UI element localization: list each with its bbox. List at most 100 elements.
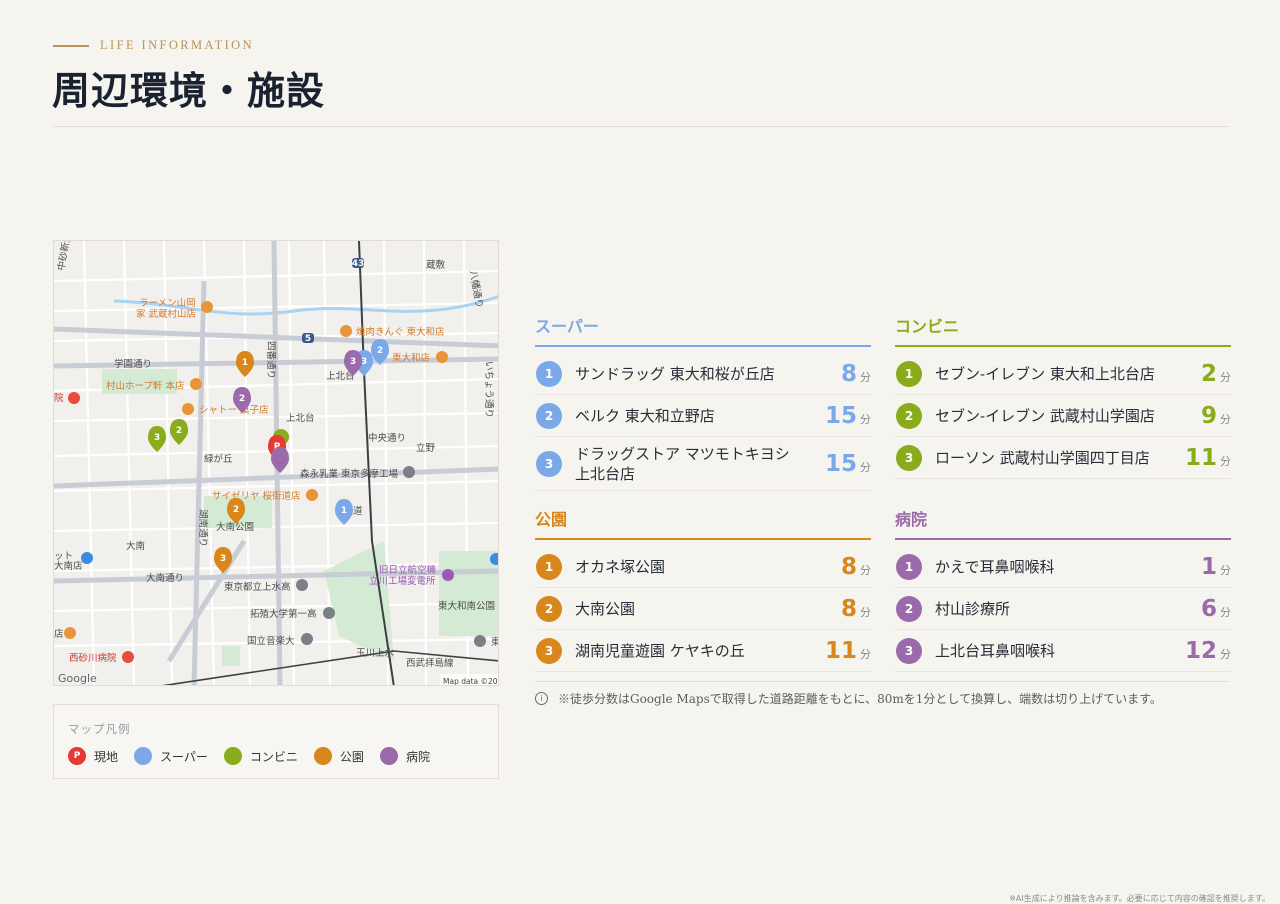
list-item[interactable]: 3 湖南児童遊園 ケヤキの丘 11 分 [535,630,871,672]
list-item[interactable]: 3 ドラッグストア マツモトキヨシ 上北台店 15 分 [535,437,871,491]
svg-text:3: 3 [220,554,226,564]
category-title-conv: コンビニ [895,313,1231,347]
list-item[interactable]: 1 サンドラッグ 東大和桜が丘店 8 分 [535,353,871,395]
map-label-ichou: いちょう通り [483,361,494,418]
list-item[interactable]: 1 かえで耳鼻咽喉科 1 分 [895,546,1231,588]
walk-minutes: 2 [1200,360,1217,387]
facility-name: 上北台耳鼻咽喉科 [935,641,1056,660]
facility-name: ドラッグストア マツモトキヨシ 上北台店 [575,444,825,484]
conv-dot-icon [223,747,242,765]
google-logo: Google [58,672,97,685]
walk-time-note: i ※徒歩分数はGoogle Mapsで取得した道路距離をもとに、80mを1分と… [535,690,1162,707]
category-title-super: スーパー [535,313,871,347]
list-item[interactable]: 1 セブン-イレブン 東大和上北台店 2 分 [895,353,1231,395]
walk-minutes: 12 [1184,637,1217,664]
eyebrow-text: LIFE INFORMATION [100,38,255,52]
map-canvas[interactable]: 43 5 蔵敷 ラーメン山岡 家 武蔵村山店 焼肉きんぐ 東大和店 東大和店 学… [54,241,499,686]
map-label-saizeriya: サイゼリヤ 桜街道店 [212,490,301,502]
facility-name: かえで耳鼻咽喉科 [935,557,1055,576]
facility-name: ベルク 東大和立野店 [575,406,715,425]
map-label-konan: 湖南通り [197,509,209,547]
list-item[interactable]: 2 セブン-イレブン 武蔵村山学園店 9 分 [895,395,1231,437]
map-label-mise: 店 [54,628,64,640]
facility-name: ローソン 武蔵村山学園四丁目店 [935,448,1150,467]
list-item[interactable]: 2 ベルク 東大和立野店 15 分 [535,395,871,437]
category-title-park: 公園 [535,506,871,540]
rank-badge: 3 [896,637,922,664]
map-label-morinaga: 森永乳業 東京多摩工場 [300,468,399,480]
ai-disclaimer: ※AI生成により推論を含みます。必要に応じて内容の確認を推奨します。 [1009,894,1270,903]
minutes-unit: 分 [860,605,871,619]
page-title: 周辺環境・施設 [52,68,326,113]
minutes-unit: 分 [1220,563,1231,577]
facility-name: 大南公園 [575,599,636,618]
walk-minutes: 9 [1200,402,1217,429]
note-divider [535,681,1230,682]
legend-item-park: 公園 [313,747,364,765]
facility-name: セブン-イレブン 東大和上北台店 [935,364,1155,383]
map-label-seibu: 西武拝島線 [406,657,454,669]
map-label-chateraise: シャトー 菓子店 [199,404,269,416]
map-label-higashiyamato-park: 東大和南公園 [438,600,495,612]
svg-text:1: 1 [242,358,248,368]
map-label-ramen-2: 家 武蔵村山店 [136,308,196,320]
legend-label-conv: コンビニ [249,749,298,764]
rank-badge: 1 [536,553,562,580]
map-label-higashi: 東 [491,636,499,648]
route-43-label: 43 [352,259,365,269]
list-item[interactable]: 3 上北台耳鼻咽喉科 12 分 [895,630,1231,672]
rank-badge: 3 [896,444,922,471]
map-label-yakiniku: 焼肉きんぐ 東大和店 [356,326,445,338]
map-label-kurashiki: 蔵敷 [426,259,446,271]
minutes-unit: 分 [1220,412,1231,426]
map-label-kunitachi: 国立音楽大 [247,635,295,647]
rank-badge: 2 [536,402,562,429]
map-label-midorigaoka: 緑が丘 [204,453,233,465]
map-label-gakuen-dori: 学園通り [114,358,152,370]
minutes-unit: 分 [1220,647,1231,661]
walk-minutes: 11 [824,637,857,664]
map-label-kamikita: 上北台 [286,412,315,424]
legend-label-site: 現地 [94,749,119,764]
map-label-onan: 大南 [126,540,145,552]
map-legend: マップ凡例 P 現地 スーパー コンビニ 公園 病院 [53,704,499,779]
super-dot-icon [134,747,153,765]
facility-name: サンドラッグ 東大和桜が丘店 [575,364,775,383]
list-item[interactable]: 2 大南公園 8 分 [535,588,871,630]
legend-item-conv: コンビニ [223,747,298,765]
facility-name: 湖南児童遊園 ケヤキの丘 [575,641,745,660]
page: LIFE INFORMATION 周辺環境・施設 43 5 蔵敷 ラーメン山岡 … [0,0,1280,904]
svg-text:2: 2 [239,394,245,404]
map-label-tamagawa: 玉川上水 [356,647,395,659]
list-item[interactable]: 3 ローソン 武蔵村山学園四丁目店 11 分 [895,437,1231,479]
eyebrow: LIFE INFORMATION [53,38,254,53]
rank-badge: 3 [536,450,562,477]
legend-label-hosp: 病院 [405,749,430,764]
site-marker-icon: P [68,747,86,765]
walk-minutes: 11 [1184,444,1217,471]
map-label-tateno: 立野 [416,442,436,454]
legend-label-park: 公園 [339,749,364,764]
legend-items: P 現地 スーパー コンビニ 公園 病院 [68,747,446,765]
area-map[interactable]: 43 5 蔵敷 ラーメン山岡 家 武蔵村山店 焼肉きんぐ 東大和店 東大和店 学… [53,240,499,686]
svg-text:2: 2 [176,426,182,436]
walk-minutes: 8 [840,360,857,387]
map-label-takushoku: 拓殖大学第一高 [250,608,317,620]
facility-name: オカネ塚公園 [575,557,666,576]
svg-text:2: 2 [377,346,383,356]
list-item[interactable]: 2 村山診療所 6 分 [895,588,1231,630]
rank-badge: 1 [536,360,562,387]
map-label-ramen: ラーメン山岡 [139,298,196,309]
route-5-label: 5 [305,334,311,344]
facility-name-line-2: 上北台店 [575,464,636,483]
map-label-chuo-dori: 中央通り [368,432,406,444]
map-label-shichi: 四番通り [265,341,277,379]
list-item[interactable]: 1 オカネ塚公園 8 分 [535,546,871,588]
map-label-nanmise-2: 大南店 [54,560,83,572]
map-label-hope: 村山ホープ軒 本店 [106,380,184,392]
map-label-museum-2: 立川工場変電所 [369,575,436,587]
rank-badge: 3 [536,637,562,664]
rank-badge: 1 [896,360,922,387]
svg-text:3: 3 [154,433,160,443]
walk-minutes: 8 [840,553,857,580]
